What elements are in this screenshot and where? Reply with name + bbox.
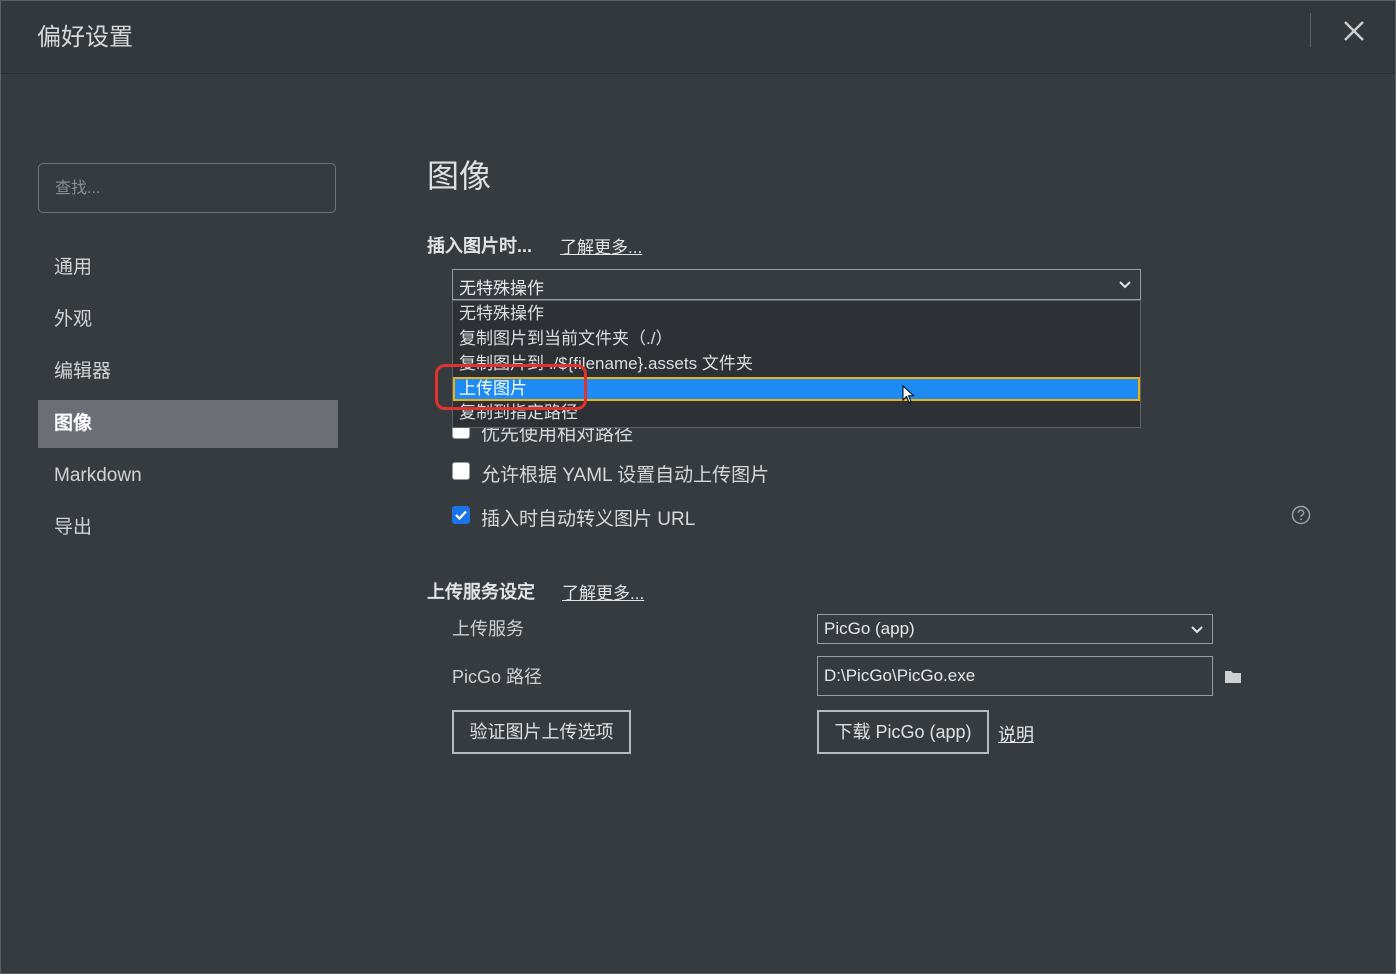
search-box <box>38 163 336 213</box>
highlight-annotation <box>435 364 587 410</box>
insert-image-section-title: 插入图片时... <box>427 236 533 256</box>
upload-service-label: 上传服务 <box>452 619 524 639</box>
folder-icon <box>1225 671 1241 683</box>
sidebar-item-export[interactable]: 导出 <box>38 504 338 552</box>
preferences-window: 偏好设置 通用 外观 编辑器 图像 Markdown 导出 图像 插入图片时..… <box>0 0 1396 974</box>
dropdown-option-copy-current-folder[interactable]: 复制图片到当前文件夹（./） <box>453 327 1140 351</box>
insert-action-value: 无特殊操作 <box>459 279 544 298</box>
upload-service-select[interactable]: PicGo (app) <box>817 614 1213 644</box>
sidebar-item-image[interactable]: 图像 <box>38 400 338 448</box>
sidebar-item-markdown[interactable]: Markdown <box>38 452 338 500</box>
page-title: 图像 <box>427 158 492 194</box>
question-circle-icon <box>1291 505 1311 525</box>
checkmark-icon <box>455 510 467 521</box>
close-button[interactable] <box>1339 16 1369 46</box>
instructions-link[interactable]: 说明 <box>998 721 1034 747</box>
chevron-down-icon <box>1191 626 1203 634</box>
dropdown-option-no-action[interactable]: 无特殊操作 <box>453 302 1140 326</box>
upload-service-section-title: 上传服务设定 <box>427 582 535 602</box>
picgo-path-label: PicGo 路径 <box>452 667 543 687</box>
insert-action-select[interactable]: 无特殊操作 <box>452 269 1141 300</box>
picgo-path-input[interactable] <box>817 656 1213 696</box>
upload-learn-more-link[interactable]: 了解更多... <box>562 579 644 604</box>
escape-url-label: 插入时自动转义图片 URL <box>481 509 696 530</box>
chevron-down-icon <box>1119 281 1131 289</box>
sidebar-item-editor[interactable]: 编辑器 <box>38 348 338 396</box>
sidebar-item-appearance[interactable]: 外观 <box>38 296 338 344</box>
browse-folder-button[interactable] <box>1224 669 1242 689</box>
search-input[interactable] <box>53 176 327 202</box>
help-button[interactable] <box>1291 505 1311 525</box>
yaml-auto-upload-label: 允许根据 YAML 设置自动上传图片 <box>481 465 770 486</box>
download-picgo-button[interactable]: 下载 PicGo (app) <box>817 710 989 754</box>
close-icon <box>1344 21 1364 41</box>
window-title: 偏好设置 <box>37 24 133 51</box>
verify-upload-button[interactable]: 验证图片上传选项 <box>452 710 631 754</box>
mouse-cursor-icon <box>902 385 915 404</box>
sidebar-item-general[interactable]: 通用 <box>38 244 338 292</box>
title-divider <box>1310 13 1311 47</box>
escape-url-checkbox[interactable] <box>452 506 470 524</box>
title-bar: 偏好设置 <box>1 1 1395 74</box>
yaml-auto-upload-checkbox[interactable] <box>452 462 470 480</box>
upload-service-value: PicGo (app) <box>824 619 915 638</box>
insert-learn-more-link[interactable]: 了解更多... <box>560 233 642 258</box>
